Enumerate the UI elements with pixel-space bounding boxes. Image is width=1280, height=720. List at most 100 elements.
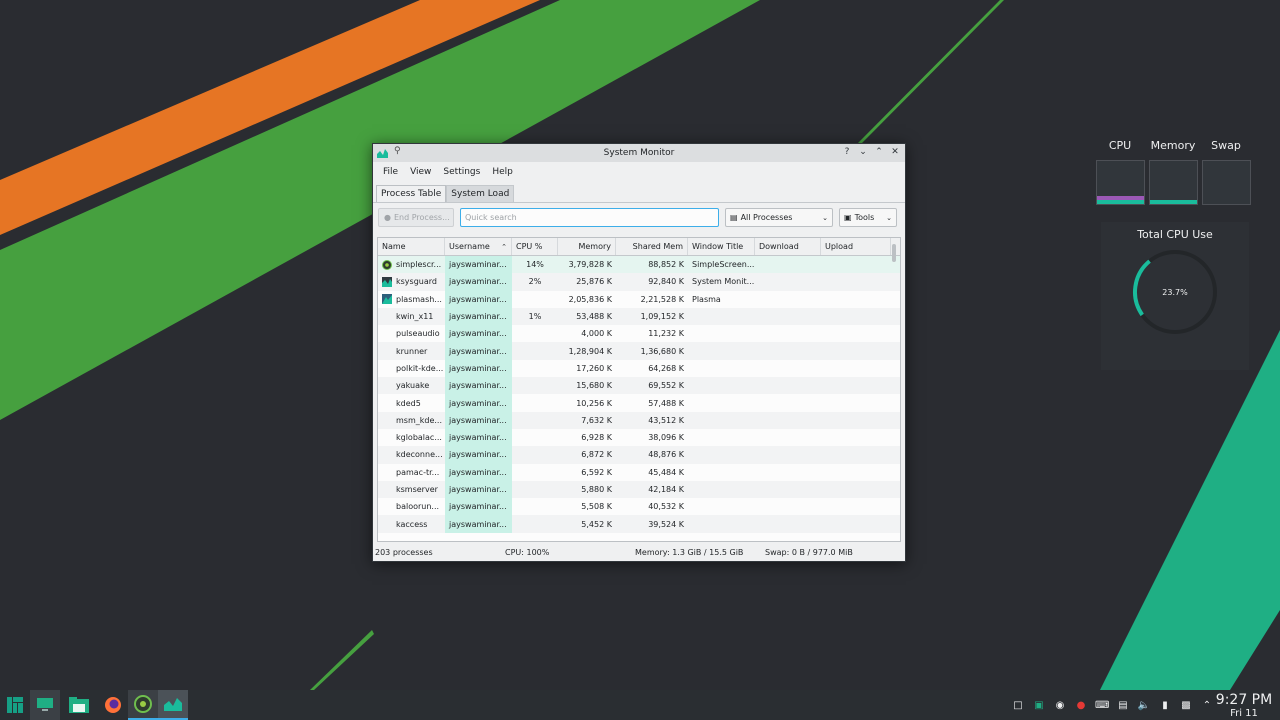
table-body: simplescr... jayswaminar... 14% 3,79,828 K8… [378, 256, 900, 533]
menu-file[interactable]: File [377, 167, 404, 177]
process-name: pulseaudio [396, 329, 440, 339]
vertical-scrollbar[interactable] [892, 244, 896, 262]
cell-name: kdeconne... [378, 446, 445, 463]
cell-shared: 2,21,528 K [640, 294, 684, 304]
cell-user: jayswaminar... [445, 446, 512, 464]
menu-help[interactable]: Help [486, 167, 519, 177]
process-filter-select[interactable]: ▤ All Processes ⌄ [725, 208, 833, 227]
col-username[interactable]: Username ⌃ [445, 238, 512, 255]
taskbar-file-manager[interactable] [60, 690, 98, 720]
col-download[interactable]: Download [755, 238, 821, 255]
cell-empty [755, 515, 821, 532]
col-memory[interactable]: Memory [558, 238, 616, 255]
table-row[interactable]: msm_kde... jayswaminar... 7,632 K 43,512 K [378, 411, 900, 429]
table-row[interactable]: baloorun... jayswaminar... 5,508 K 40,532 K [378, 498, 900, 516]
cell-title [688, 308, 755, 325]
cell-shared: 57,488 K [648, 398, 684, 408]
close-icon[interactable]: ✕ [889, 145, 901, 159]
cell-name: ksmserver [378, 481, 445, 498]
table-row[interactable]: pulseaudio jayswaminar... 4,000 K 11,232 K [378, 325, 900, 343]
tab-process-table[interactable]: Process Table [376, 185, 447, 202]
table-row[interactable]: kwin_x11 jayswaminar... 1% 53,488 K 1,09,152… [378, 307, 900, 326]
quick-search-input[interactable] [460, 208, 719, 227]
cell-title [688, 498, 755, 515]
window-titlebar[interactable]: ⚲ System Monitor ? ⌄ ⌃ ✕ [373, 144, 905, 162]
volume-icon[interactable]: 🔈 [1137, 700, 1151, 711]
col-shared-mem[interactable]: Shared Mem [616, 238, 688, 255]
chevron-up-icon[interactable]: ⌃ [1200, 700, 1214, 711]
process-name: plasmash... [396, 294, 442, 304]
cell-cpu [512, 515, 558, 532]
table-row[interactable]: ksysguard jayswaminar... 2% 25,876 K 92,840 … [378, 273, 900, 291]
table-row[interactable]: yakuake jayswaminar... 15,680 K 69,552 K [378, 377, 900, 395]
application-launcher[interactable] [0, 690, 30, 720]
table-row[interactable]: kglobalac... jayswaminar... 6,928 K 38,096 … [378, 428, 900, 447]
minimize-icon[interactable]: ⌄ [857, 145, 869, 159]
col-window-title[interactable]: Window Title [688, 238, 755, 255]
network-icon[interactable]: ▩ [1179, 700, 1193, 711]
cell-title [688, 412, 755, 429]
table-row[interactable]: kded5 jayswaminar... 10,256 K 57,488 K [378, 394, 900, 412]
battery-icon[interactable]: ▮ [1158, 700, 1172, 711]
table-row[interactable]: pamac-tr... jayswaminar... 6,592 K 45,484 K [378, 463, 900, 481]
process-name: pamac-tr... [396, 467, 440, 477]
col-upload[interactable]: Upload [821, 238, 891, 255]
cell-user: jayswaminar... [445, 342, 512, 360]
cell-empty [821, 498, 891, 515]
cell-name: kaccess [378, 515, 445, 532]
media-icon[interactable]: ◉ [1053, 700, 1067, 711]
taskbar-firefox[interactable] [98, 690, 128, 720]
cell-empty [755, 429, 821, 446]
tab-system-load[interactable]: System Load [446, 185, 515, 202]
col-cpu[interactable]: CPU % [512, 238, 558, 255]
cell-title [688, 481, 755, 498]
taskbar-simplescreenrecorder[interactable] [128, 690, 158, 720]
cell-cpu [512, 342, 558, 359]
tools-button[interactable]: ▣ Tools ⌄ [839, 208, 897, 227]
taskbar-system-monitor[interactable] [158, 690, 188, 720]
cell-user: jayswaminar... [445, 480, 512, 499]
cell-shared: 1,36,680 K [640, 346, 684, 356]
cell-shared: 11,232 K [648, 329, 684, 339]
window-icon[interactable]: □ [1011, 700, 1025, 711]
cell-cpu [512, 429, 558, 446]
menu-view[interactable]: View [404, 167, 437, 177]
table-row[interactable]: polkit-kde... jayswaminar... 17,260 K 64,26… [378, 359, 900, 378]
table-row[interactable]: simplescr... jayswaminar... 14% 3,79,828 K 8… [378, 256, 900, 274]
show-desktop-button[interactable] [30, 690, 60, 720]
cell-mem: 5,452 K [581, 519, 612, 529]
table-row[interactable]: krunner jayswaminar... 1,28,904 K 1,36,680 … [378, 342, 900, 360]
digital-clock[interactable]: 9:27 PM Fri 11 [1214, 690, 1274, 720]
record-icon[interactable]: ● [1074, 700, 1088, 711]
status-swap: Swap: 0 B / 977.0 MiB [765, 547, 853, 557]
maximize-icon[interactable]: ⌃ [873, 145, 885, 159]
table-row[interactable]: plasmash... jayswaminar... 2,05,836 K 2,21,… [378, 290, 900, 308]
col-name[interactable]: Name [378, 238, 445, 255]
terminal-icon[interactable]: ⌨ [1095, 700, 1109, 711]
cell-shared: 45,484 K [648, 467, 684, 477]
cell-user: jayswaminar... [445, 394, 512, 412]
end-process-button[interactable]: ● End Process... [378, 208, 454, 227]
total-cpu-widget: Total CPU Use 23.7% [1101, 222, 1249, 370]
tab-bar: Process Table System Load [373, 182, 905, 202]
cell-mem: 17,260 K [576, 363, 612, 373]
menu-settings[interactable]: Settings [437, 167, 486, 177]
cell-empty [755, 394, 821, 411]
desktop-icon [37, 698, 53, 711]
clipboard-icon[interactable]: ▤ [1116, 700, 1130, 711]
cell-shared: 42,184 K [648, 485, 684, 494]
cell-empty [755, 360, 821, 377]
cell-mem: 4,000 K [581, 329, 612, 339]
help-icon[interactable]: ? [841, 145, 853, 159]
table-row[interactable]: kaccess jayswaminar... 5,452 K 39,524 K [378, 515, 900, 533]
table-row[interactable]: ksmserver jayswaminar... 5,880 K 42,184 K [378, 480, 900, 499]
list-icon: ▤ [730, 213, 738, 222]
cell-name: simplescr... [378, 256, 445, 273]
folder-tray-icon[interactable]: ▣ [1032, 700, 1046, 711]
cell-empty [755, 498, 821, 515]
cell-name: pulseaudio [378, 325, 445, 342]
cell-empty [755, 412, 821, 429]
cell-name: polkit-kde... [378, 360, 445, 377]
table-row[interactable]: kdeconne... jayswaminar... 6,872 K 48,876 K [378, 446, 900, 464]
process-name: kded5 [396, 398, 421, 408]
